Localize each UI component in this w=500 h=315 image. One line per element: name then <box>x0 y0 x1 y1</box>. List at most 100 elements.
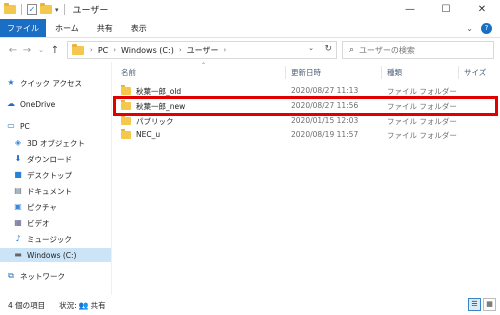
folder-icon <box>72 43 84 55</box>
search-input[interactable]: ⌕ ユーザーの検索 <box>342 41 494 59</box>
document-icon: ▤ <box>14 186 22 195</box>
tab-home[interactable]: ホーム <box>46 19 88 37</box>
details-view-icon[interactable]: ☰ <box>468 298 481 311</box>
chevron-right-icon[interactable]: › <box>90 46 93 54</box>
sidebar-item-label: ビデオ <box>27 218 50 228</box>
file-name: NEC_u <box>136 130 161 139</box>
file-modified: 2020/01/15 12:03 <box>291 116 359 125</box>
column-divider[interactable] <box>458 66 459 79</box>
sidebar-item-music[interactable]: ♪ ミュージック <box>0 232 72 246</box>
close-button[interactable]: ✕ <box>464 0 500 19</box>
breadcrumb-users[interactable]: ユーザー <box>187 45 219 56</box>
star-icon: ★ <box>7 78 15 87</box>
folder-icon <box>121 85 131 95</box>
file-modified: 2020/08/19 11:57 <box>291 130 359 139</box>
new-folder-icon[interactable] <box>40 3 52 14</box>
sidebar-item-3d-objects[interactable]: ◈ 3D オブジェクト <box>0 136 85 150</box>
expand-ribbon-icon[interactable]: ⌄ <box>466 24 473 33</box>
video-icon: ▦ <box>14 218 22 227</box>
refresh-button[interactable]: ↻ <box>324 44 332 54</box>
sidebar-item-quick-access[interactable]: ★ クイック アクセス <box>0 76 82 90</box>
column-header-name[interactable]: 名前 <box>121 62 281 82</box>
sidebar-item-desktop[interactable]: ■ デスクトップ <box>0 168 72 182</box>
file-type: ファイル フォルダー <box>387 131 457 140</box>
download-icon: ⬇ <box>14 154 22 163</box>
up-button[interactable]: ↑ <box>48 45 62 56</box>
file-type: ファイル フォルダー <box>387 117 457 126</box>
sidebar-item-label: ミュージック <box>27 234 72 244</box>
chevron-right-icon[interactable]: › <box>113 46 116 54</box>
sidebar-item-pc[interactable]: ▭ PC <box>0 119 30 133</box>
address-bar[interactable]: › PC › Windows (C:) › ユーザー › ⌄ ↻ <box>67 41 337 59</box>
cube-icon: ◈ <box>14 138 22 147</box>
properties-icon[interactable]: ✓ <box>27 4 37 15</box>
toolbar-divider <box>63 4 65 15</box>
breadcrumb-pc[interactable]: PC <box>98 46 108 55</box>
share-icon: 👥 <box>78 300 89 310</box>
network-icon: ⧉ <box>8 271 14 280</box>
help-icon[interactable]: ? <box>481 23 492 34</box>
tab-share[interactable]: 共有 <box>88 19 122 37</box>
sidebar-item-windows-c[interactable]: ▬ Windows (C:) <box>0 248 111 262</box>
file-modified: 2020/08/27 11:13 <box>291 86 359 95</box>
sidebar-item-onedrive[interactable]: ☁ OneDrive <box>0 97 55 111</box>
sidebar-item-label: デスクトップ <box>27 170 72 180</box>
back-button[interactable]: ← <box>6 45 20 56</box>
customize-toolbar-icon[interactable]: ▾ <box>55 6 59 14</box>
sidebar-item-downloads[interactable]: ⬇ ダウンロード <box>0 152 72 166</box>
item-count: 4 個の項目 <box>8 300 46 310</box>
minimize-button[interactable]: — <box>392 0 428 19</box>
sidebar-item-label: OneDrive <box>20 99 56 109</box>
column-divider[interactable] <box>285 66 286 79</box>
tab-file[interactable]: ファイル <box>0 19 46 37</box>
column-divider[interactable] <box>381 66 382 79</box>
breadcrumb-drive[interactable]: Windows (C:) <box>121 46 174 55</box>
ribbon-tabs: ファイル ホーム 共有 表示 ⌄ ? <box>0 19 500 38</box>
sidebar-item-label: クイック アクセス <box>20 78 83 88</box>
share-status: 状況: 👥 共有 <box>59 300 106 311</box>
file-list: ⌃ 名前 更新日時 種類 サイズ 秋葉一郎_old 2020/08/27 11:… <box>113 62 500 295</box>
picture-icon: ▣ <box>14 202 22 211</box>
table-row[interactable]: パブリック 2020/01/15 12:03 ファイル フォルダー <box>113 114 500 128</box>
column-header-type[interactable]: 種類 <box>387 62 457 82</box>
status-label: 状況: <box>59 300 77 310</box>
file-name: パブリック <box>136 117 174 126</box>
column-header-modified[interactable]: 更新日時 <box>291 62 381 82</box>
status-bar: 4 個の項目 状況: 👥 共有 ☰ ▦ <box>0 295 500 315</box>
maximize-button[interactable]: ☐ <box>428 0 464 19</box>
search-icon: ⌕ <box>349 45 355 55</box>
cloud-icon: ☁ <box>7 99 15 108</box>
sidebar-item-documents[interactable]: ▤ ドキュメント <box>0 184 72 198</box>
sidebar-item-label: ダウンロード <box>27 154 72 164</box>
tab-view[interactable]: 表示 <box>122 19 156 37</box>
address-dropdown-icon[interactable]: ⌄ <box>308 44 314 52</box>
sidebar-item-network[interactable]: ⧉ ネットワーク <box>0 269 65 283</box>
quick-access-toolbar: ✓ ▾ <box>0 3 67 15</box>
chevron-right-icon[interactable]: › <box>223 46 226 54</box>
folder-icon <box>4 3 16 14</box>
column-header-size[interactable]: サイズ <box>464 62 500 82</box>
table-row[interactable]: NEC_u 2020/08/19 11:57 ファイル フォルダー <box>113 128 500 142</box>
window-controls: — ☐ ✕ <box>392 0 500 19</box>
sidebar-item-label: ドキュメント <box>27 186 72 196</box>
search-placeholder: ユーザーの検索 <box>359 45 415 55</box>
forward-button[interactable]: → <box>20 45 34 56</box>
sidebar-item-pictures[interactable]: ▣ ピクチャ <box>0 200 57 214</box>
navigation-pane: ★ クイック アクセス ☁ OneDrive ▭ PC ◈ 3D オブジェクト … <box>0 62 112 295</box>
sidebar-item-videos[interactable]: ▦ ビデオ <box>0 216 50 230</box>
sidebar-item-label: 3D オブジェクト <box>27 138 85 148</box>
navigation-bar: ← → ⌄ ↑ › PC › Windows (C:) › ユーザー › ⌄ ↻… <box>0 38 500 62</box>
sidebar-item-label: PC <box>20 121 30 131</box>
large-icons-view-icon[interactable]: ▦ <box>483 298 496 311</box>
computer-icon: ▭ <box>7 121 15 130</box>
status-value: 共有 <box>90 300 106 310</box>
desktop-icon: ■ <box>14 170 22 179</box>
drive-icon: ▬ <box>14 250 22 259</box>
sidebar-item-label: ネットワーク <box>20 271 65 281</box>
view-switcher: ☰ ▦ <box>468 298 496 311</box>
folder-icon <box>121 129 131 139</box>
recent-locations-button[interactable]: ⌄ <box>34 46 48 54</box>
chevron-right-icon[interactable]: › <box>179 46 182 54</box>
highlight-box <box>113 96 498 116</box>
window-title: ユーザー <box>72 6 109 16</box>
